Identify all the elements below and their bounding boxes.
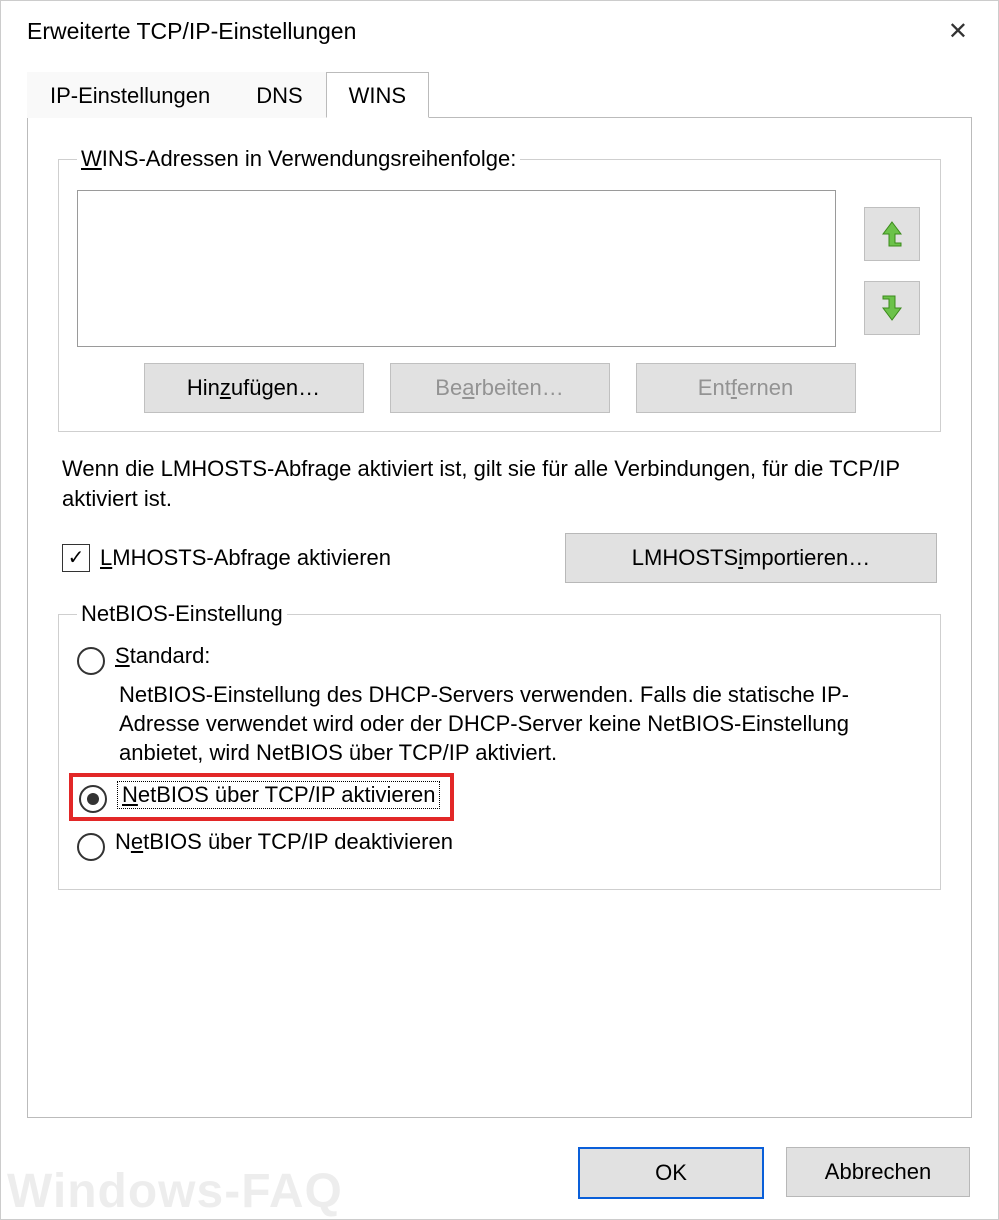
lmhosts-row: ✓ LMHOSTS-Abfrage aktivieren LMHOSTS imp… — [62, 533, 937, 583]
remove-button[interactable]: Entfernen — [636, 363, 856, 413]
lmhosts-import-button[interactable]: LMHOSTS importieren… — [565, 533, 937, 583]
close-icon[interactable]: ✕ — [938, 13, 978, 50]
dialog-window: Erweiterte TCP/IP-Einstellungen ✕ IP-Ein… — [0, 0, 999, 1220]
tab-wins[interactable]: WINS — [326, 72, 429, 118]
lmhosts-description: Wenn die LMHOSTS-Abfrage aktiviert ist, … — [62, 454, 937, 513]
wins-addresses-legend: WINS-Adressen in Verwendungsreihenfolge: — [77, 146, 520, 172]
titlebar: Erweiterte TCP/IP-Einstellungen ✕ — [1, 1, 998, 61]
radio-enable-label: NetBIOS über TCP/IP aktivieren — [117, 781, 440, 809]
netbios-legend: NetBIOS-Einstellung — [77, 601, 287, 627]
client-area: IP-Einstellungen DNS WINS WINS-Adressen … — [1, 71, 998, 1219]
dialog-buttons: OK Abbrechen — [578, 1147, 970, 1199]
radio-disable-label: NetBIOS über TCP/IP deaktivieren — [115, 829, 453, 855]
wins-row — [77, 190, 922, 347]
checkmark-icon: ✓ — [62, 544, 90, 572]
arrow-up-icon — [879, 220, 905, 248]
wins-address-listbox[interactable] — [77, 190, 836, 347]
radio-dot-icon — [87, 793, 99, 805]
radio-standard-label: Standard: — [115, 643, 210, 669]
tab-page-wins: WINS-Adressen in Verwendungsreihenfolge: — [27, 118, 972, 1118]
lmhosts-checkbox[interactable]: ✓ LMHOSTS-Abfrage aktivieren — [62, 544, 391, 572]
tab-strip: IP-Einstellungen DNS WINS — [27, 71, 972, 118]
radio-disable-netbios[interactable]: NetBIOS über TCP/IP deaktivieren — [77, 827, 922, 863]
radio-icon — [77, 647, 105, 675]
netbios-group: NetBIOS-Einstellung Standard: NetBIOS-Ei… — [58, 601, 941, 890]
tab-dns[interactable]: DNS — [233, 72, 325, 118]
tab-ip-settings[interactable]: IP-Einstellungen — [27, 72, 233, 118]
radio-enable-netbios[interactable]: NetBIOS über TCP/IP aktivieren — [79, 781, 440, 813]
arrow-down-icon — [879, 294, 905, 322]
wins-addresses-group: WINS-Adressen in Verwendungsreihenfolge: — [58, 146, 941, 432]
window-title: Erweiterte TCP/IP-Einstellungen — [27, 18, 356, 45]
radio-standard-description: NetBIOS-Einstellung des DHCP-Servers ver… — [119, 681, 914, 767]
radio-icon — [79, 785, 107, 813]
highlight-annotation: NetBIOS über TCP/IP aktivieren — [69, 773, 454, 821]
move-down-button[interactable] — [864, 281, 920, 335]
cancel-button[interactable]: Abbrechen — [786, 1147, 970, 1197]
wins-buttons-row: Hinzufügen… Bearbeiten… Entfernen — [77, 363, 922, 413]
legend-rest: INS-Adressen in Verwendungsreihenfolge: — [102, 146, 517, 171]
radio-icon — [77, 833, 105, 861]
edit-button[interactable]: Bearbeiten… — [390, 363, 610, 413]
lmhosts-checkbox-label: LMHOSTS-Abfrage aktivieren — [100, 545, 391, 571]
radio-standard[interactable]: Standard: — [77, 641, 922, 677]
wins-order-buttons — [864, 190, 922, 347]
add-button[interactable]: Hinzufügen… — [144, 363, 364, 413]
legend-accel: W — [81, 146, 102, 171]
move-up-button[interactable] — [864, 207, 920, 261]
ok-button[interactable]: OK — [578, 1147, 764, 1199]
